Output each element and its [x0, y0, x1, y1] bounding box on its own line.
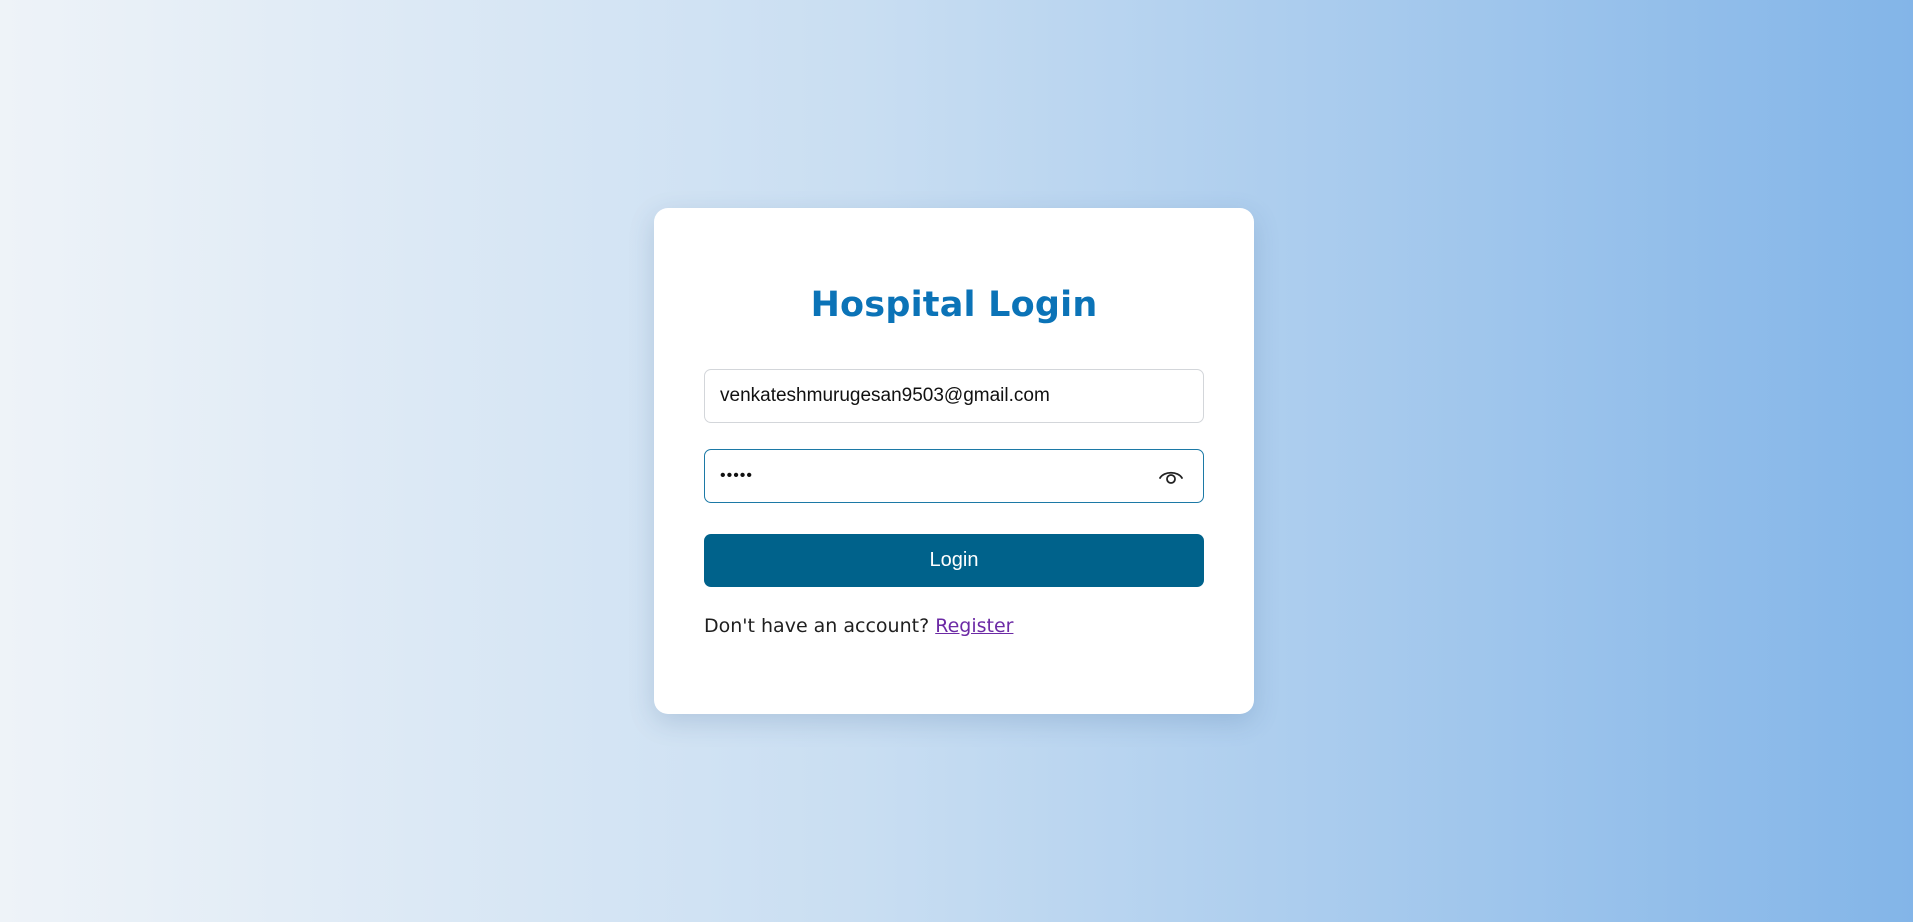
eye-icon[interactable] — [1157, 465, 1185, 489]
email-field-wrapper — [704, 369, 1204, 423]
page-title: Hospital Login — [810, 285, 1098, 325]
register-prompt-text: Don't have an account? — [704, 615, 936, 637]
register-prompt: Don't have an account? Register — [704, 615, 1204, 637]
login-card: Hospital Login Login Don't have an accou… — [654, 208, 1254, 714]
login-button[interactable]: Login — [704, 534, 1204, 587]
email-input[interactable] — [705, 370, 1203, 422]
password-field-wrapper — [704, 449, 1204, 503]
register-link[interactable]: Register — [935, 615, 1013, 637]
password-input[interactable] — [705, 450, 1203, 502]
